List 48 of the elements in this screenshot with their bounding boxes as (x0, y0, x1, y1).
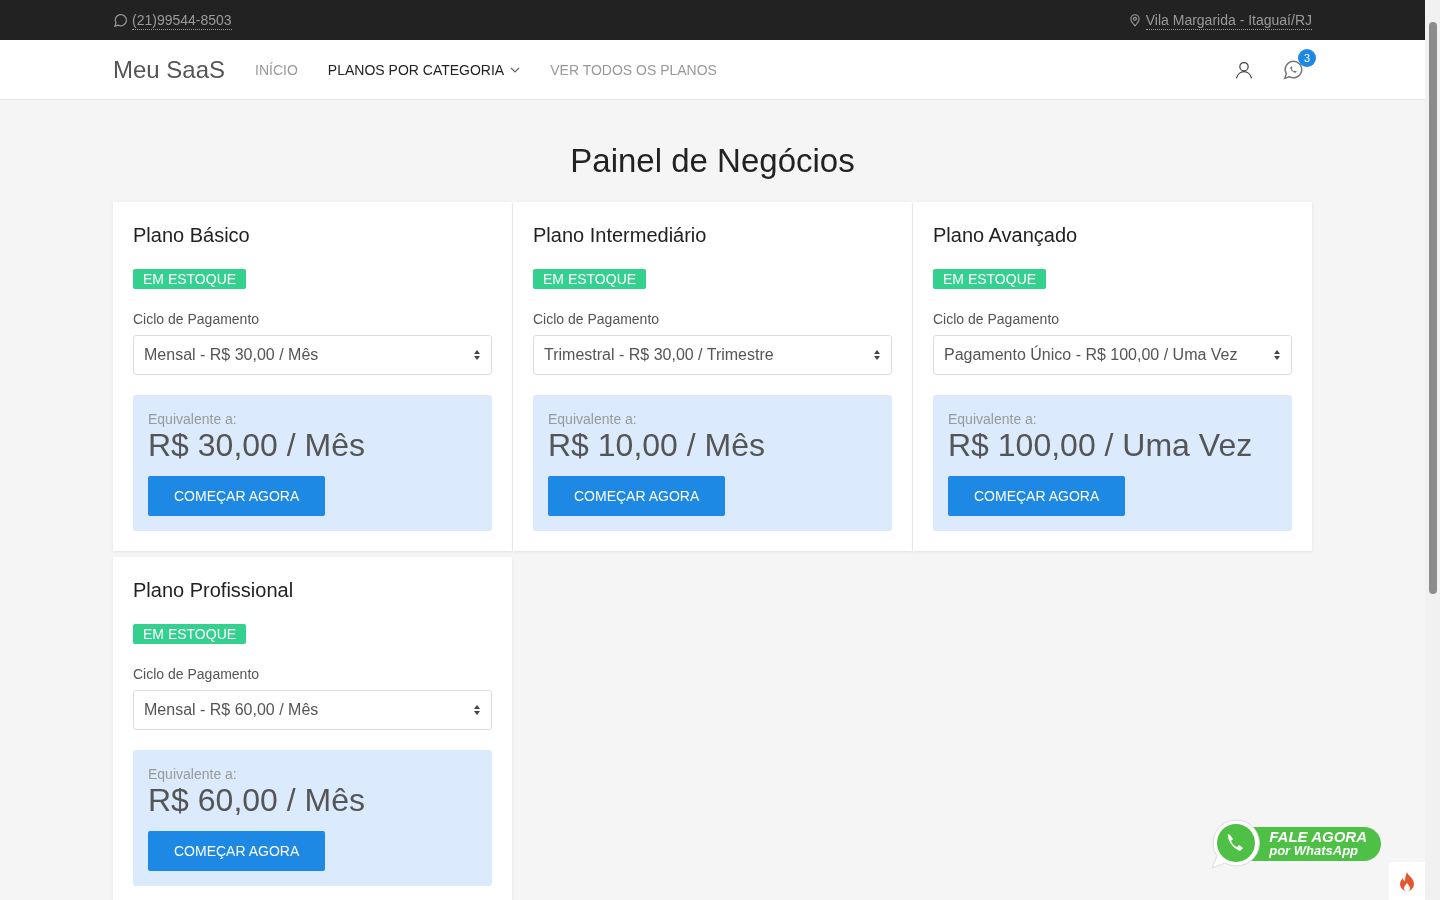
equivalent-price: R$ 30,00 / Mês (148, 427, 366, 464)
plan-name: Plano Intermediário (533, 224, 708, 247)
billing-cycle-select[interactable]: Mensal - R$ 60,00 / Mês (133, 690, 492, 730)
start-now-button[interactable]: COMEÇAR AGORA (548, 476, 726, 516)
select-arrows-icon (1273, 349, 1281, 361)
billing-cycle-select[interactable]: Pagamento Único - R$ 100,00 / Uma Vez (933, 335, 1292, 375)
select-arrows-icon (473, 349, 481, 361)
equivalent-price: R$ 10,00 / Mês (548, 427, 766, 464)
equivalent-price: R$ 60,00 / Mês (148, 782, 366, 819)
page-title: Painel de Negócios (569, 142, 856, 180)
equivalent-label: Equivalente a: (948, 411, 1038, 427)
field-label: Ciclo de Pagamento (133, 311, 261, 327)
stock-badge: EM ESTOQUE (133, 624, 247, 644)
notification-badge: 3 (1298, 48, 1316, 67)
equivalent-label: Equivalente a: (548, 411, 638, 427)
chat-button[interactable]: 3 (1282, 48, 1316, 81)
start-now-button[interactable]: COMEÇAR AGORA (148, 476, 326, 516)
nav-link[interactable]: INÍCIO (255, 61, 298, 78)
flame-icon (1399, 871, 1415, 891)
stock-badge: EM ESTOQUE (133, 269, 247, 289)
start-now-button[interactable]: COMEÇAR AGORA (148, 831, 326, 871)
user-button[interactable] (1234, 59, 1254, 80)
chevron-down-icon (510, 66, 521, 73)
billing-cycle-select[interactable]: Trimestral - R$ 30,00 / Trimestre (533, 335, 892, 375)
field-label: Ciclo de Pagamento (933, 311, 1061, 327)
stock-badge: EM ESTOQUE (933, 269, 1047, 289)
equivalent-label: Equivalente a: (148, 766, 238, 782)
billing-cycle-select[interactable]: Mensal - R$ 30,00 / Mês (133, 335, 492, 375)
phone-link[interactable]: (21)99544-8503 (113, 10, 232, 30)
map-pin-icon (1127, 12, 1142, 28)
location-link[interactable]: Vila Margarida - Itaguaí/RJ (1127, 10, 1312, 30)
start-now-button[interactable]: COMEÇAR AGORA (948, 476, 1126, 516)
scrollbar[interactable] (1425, 0, 1440, 900)
nav-link[interactable]: VER TODOS OS PLANOS (550, 61, 717, 78)
select-arrows-icon (473, 704, 481, 716)
select-arrows-icon (873, 349, 881, 361)
user-icon (1234, 59, 1254, 80)
fire-button[interactable] (1389, 862, 1425, 900)
equivalent-price: R$ 100,00 / Uma Vez (948, 427, 1254, 464)
plan-name: Plano Profissional (133, 579, 295, 602)
field-label: Ciclo de Pagamento (133, 666, 261, 682)
plan-name: Plano Básico (133, 224, 251, 247)
nav-link[interactable]: PLANOS POR CATEGORIA (327, 61, 521, 78)
stock-badge: EM ESTOQUE (533, 269, 647, 289)
plan-name: Plano Avançado (933, 224, 1079, 247)
field-label: Ciclo de Pagamento (533, 311, 661, 327)
equivalent-label: Equivalente a: (148, 411, 238, 427)
brand-logo[interactable]: Meu SaaS (113, 55, 226, 84)
